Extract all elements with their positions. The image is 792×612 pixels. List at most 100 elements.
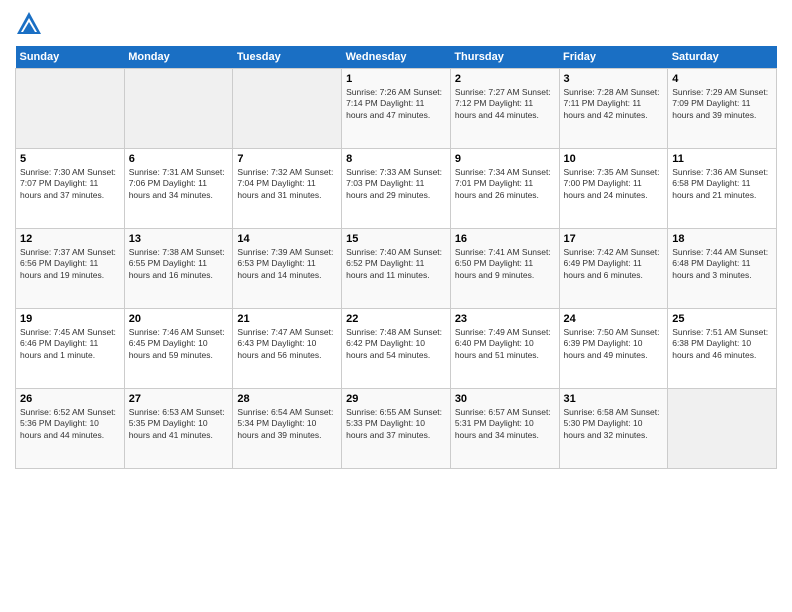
day-cell: 20 Sunrise: 7:46 AM Sunset: 6:45 PM Dayli… xyxy=(124,309,233,389)
day-number: 9 xyxy=(455,153,555,165)
day-cell: 18Sunrise: 7:44 AM Sunset: 6:48 PM Dayli… xyxy=(668,229,777,309)
day-number: 20 xyxy=(129,313,229,325)
week-row-3: 12 Sunrise: 7:37 AM Sunset: 6:56 PM Dayli… xyxy=(16,229,777,309)
day-cell: 31 Sunrise: 6:58 AM Sunset: 5:30 PM Dayli… xyxy=(559,389,668,469)
day-cell: 6 Sunrise: 7:31 AM Sunset: 7:06 PM Daylig… xyxy=(124,149,233,229)
day-number: 25 xyxy=(672,313,772,325)
day-number: 17 xyxy=(564,233,664,245)
day-number: 4 xyxy=(672,73,772,85)
day-details: Sunrise: 7:29 AM Sunset: 7:09 PM Dayligh… xyxy=(672,87,772,121)
day-cell: 27Sunrise: 6:53 AM Sunset: 5:35 PM Dayli… xyxy=(124,389,233,469)
day-details: Sunrise: 7:35 AM Sunset: 7:00 PM Dayligh… xyxy=(564,167,664,201)
day-number: 2 xyxy=(455,73,555,85)
day-details: Sunrise: 7:49 AM Sunset: 6:40 PM Dayligh… xyxy=(455,327,555,361)
day-cell: 21 Sunrise: 7:47 AM Sunset: 6:43 PM Dayli… xyxy=(233,309,342,389)
day-number: 1 xyxy=(346,73,446,85)
day-number: 5 xyxy=(20,153,120,165)
day-details: Sunrise: 6:55 AM Sunset: 5:33 PM Dayligh… xyxy=(346,407,446,441)
day-cell: 30 Sunrise: 6:57 AM Sunset: 5:31 PM Dayli… xyxy=(450,389,559,469)
day-details: Sunrise: 7:37 AM Sunset: 6:56 PM Dayligh… xyxy=(20,247,120,281)
day-number: 23 xyxy=(455,313,555,325)
day-number: 7 xyxy=(237,153,337,165)
day-details: Sunrise: 7:47 AM Sunset: 6:43 PM Dayligh… xyxy=(237,327,337,361)
day-number: 30 xyxy=(455,393,555,405)
day-cell xyxy=(124,69,233,149)
day-details: Sunrise: 6:57 AM Sunset: 5:31 PM Dayligh… xyxy=(455,407,555,441)
day-number: 29 xyxy=(346,393,446,405)
day-cell: 17 Sunrise: 7:42 AM Sunset: 6:49 PM Dayli… xyxy=(559,229,668,309)
day-details: Sunrise: 7:50 AM Sunset: 6:39 PM Dayligh… xyxy=(564,327,664,361)
day-number: 8 xyxy=(346,153,446,165)
day-cell: 14 Sunrise: 7:39 AM Sunset: 6:53 PM Dayli… xyxy=(233,229,342,309)
day-details: Sunrise: 7:33 AM Sunset: 7:03 PM Dayligh… xyxy=(346,167,446,201)
day-details: Sunrise: 7:41 AM Sunset: 6:50 PM Dayligh… xyxy=(455,247,555,281)
logo xyxy=(15,10,47,38)
day-cell: 19Sunrise: 7:45 AM Sunset: 6:46 PM Dayli… xyxy=(16,309,125,389)
day-number: 26 xyxy=(20,393,120,405)
day-number: 31 xyxy=(564,393,664,405)
col-header-friday: Friday xyxy=(559,46,668,69)
day-details: Sunrise: 7:51 AM Sunset: 6:38 PM Dayligh… xyxy=(672,327,772,361)
header xyxy=(15,10,777,38)
day-cell xyxy=(668,389,777,469)
day-cell: 1 Sunrise: 7:26 AM Sunset: 7:14 PM Daylig… xyxy=(342,69,451,149)
day-details: Sunrise: 7:28 AM Sunset: 7:11 PM Dayligh… xyxy=(564,87,664,121)
day-details: Sunrise: 7:38 AM Sunset: 6:55 PM Dayligh… xyxy=(129,247,229,281)
day-details: Sunrise: 7:36 AM Sunset: 6:58 PM Dayligh… xyxy=(672,167,772,201)
day-cell: 23 Sunrise: 7:49 AM Sunset: 6:40 PM Dayli… xyxy=(450,309,559,389)
day-details: Sunrise: 7:40 AM Sunset: 6:52 PM Dayligh… xyxy=(346,247,446,281)
day-number: 16 xyxy=(455,233,555,245)
day-number: 15 xyxy=(346,233,446,245)
day-details: Sunrise: 6:58 AM Sunset: 5:30 PM Dayligh… xyxy=(564,407,664,441)
day-cell xyxy=(233,69,342,149)
week-row-1: 1 Sunrise: 7:26 AM Sunset: 7:14 PM Daylig… xyxy=(16,69,777,149)
day-details: Sunrise: 7:42 AM Sunset: 6:49 PM Dayligh… xyxy=(564,247,664,281)
day-cell: 3Sunrise: 7:28 AM Sunset: 7:11 PM Daylig… xyxy=(559,69,668,149)
logo-icon xyxy=(15,10,43,38)
day-details: Sunrise: 7:26 AM Sunset: 7:14 PM Dayligh… xyxy=(346,87,446,121)
day-cell: 26 Sunrise: 6:52 AM Sunset: 5:36 PM Dayli… xyxy=(16,389,125,469)
day-details: Sunrise: 6:52 AM Sunset: 5:36 PM Dayligh… xyxy=(20,407,120,441)
col-header-sunday: Sunday xyxy=(16,46,125,69)
day-details: Sunrise: 7:44 AM Sunset: 6:48 PM Dayligh… xyxy=(672,247,772,281)
day-details: Sunrise: 7:31 AM Sunset: 7:06 PM Dayligh… xyxy=(129,167,229,201)
col-header-saturday: Saturday xyxy=(668,46,777,69)
day-number: 10 xyxy=(564,153,664,165)
day-number: 24 xyxy=(564,313,664,325)
col-header-monday: Monday xyxy=(124,46,233,69)
day-details: Sunrise: 7:32 AM Sunset: 7:04 PM Dayligh… xyxy=(237,167,337,201)
day-cell: 11Sunrise: 7:36 AM Sunset: 6:58 PM Dayli… xyxy=(668,149,777,229)
day-cell: 15 Sunrise: 7:40 AM Sunset: 6:52 PM Dayli… xyxy=(342,229,451,309)
day-cell: 25 Sunrise: 7:51 AM Sunset: 6:38 PM Dayli… xyxy=(668,309,777,389)
day-details: Sunrise: 7:30 AM Sunset: 7:07 PM Dayligh… xyxy=(20,167,120,201)
day-number: 21 xyxy=(237,313,337,325)
week-row-4: 19Sunrise: 7:45 AM Sunset: 6:46 PM Dayli… xyxy=(16,309,777,389)
day-details: Sunrise: 7:34 AM Sunset: 7:01 PM Dayligh… xyxy=(455,167,555,201)
col-header-thursday: Thursday xyxy=(450,46,559,69)
day-number: 28 xyxy=(237,393,337,405)
day-number: 6 xyxy=(129,153,229,165)
day-cell: 29 Sunrise: 6:55 AM Sunset: 5:33 PM Dayli… xyxy=(342,389,451,469)
day-cell: 13Sunrise: 7:38 AM Sunset: 6:55 PM Dayli… xyxy=(124,229,233,309)
day-details: Sunrise: 7:39 AM Sunset: 6:53 PM Dayligh… xyxy=(237,247,337,281)
day-cell: 4 Sunrise: 7:29 AM Sunset: 7:09 PM Daylig… xyxy=(668,69,777,149)
page: SundayMondayTuesdayWednesdayThursdayFrid… xyxy=(0,0,792,612)
day-cell: 24 Sunrise: 7:50 AM Sunset: 6:39 PM Dayli… xyxy=(559,309,668,389)
day-details: Sunrise: 7:46 AM Sunset: 6:45 PM Dayligh… xyxy=(129,327,229,361)
day-cell: 12 Sunrise: 7:37 AM Sunset: 6:56 PM Dayli… xyxy=(16,229,125,309)
day-cell: 7 Sunrise: 7:32 AM Sunset: 7:04 PM Daylig… xyxy=(233,149,342,229)
day-cell: 9 Sunrise: 7:34 AM Sunset: 7:01 PM Daylig… xyxy=(450,149,559,229)
day-number: 12 xyxy=(20,233,120,245)
day-number: 14 xyxy=(237,233,337,245)
week-row-2: 5 Sunrise: 7:30 AM Sunset: 7:07 PM Daylig… xyxy=(16,149,777,229)
day-cell: 8 Sunrise: 7:33 AM Sunset: 7:03 PM Daylig… xyxy=(342,149,451,229)
day-details: Sunrise: 7:27 AM Sunset: 7:12 PM Dayligh… xyxy=(455,87,555,121)
day-number: 19 xyxy=(20,313,120,325)
day-cell: 2 Sunrise: 7:27 AM Sunset: 7:12 PM Daylig… xyxy=(450,69,559,149)
calendar-table: SundayMondayTuesdayWednesdayThursdayFrid… xyxy=(15,46,777,469)
day-cell: 28Sunrise: 6:54 AM Sunset: 5:34 PM Dayli… xyxy=(233,389,342,469)
day-cell: 5 Sunrise: 7:30 AM Sunset: 7:07 PM Daylig… xyxy=(16,149,125,229)
day-cell: 22Sunrise: 7:48 AM Sunset: 6:42 PM Dayli… xyxy=(342,309,451,389)
day-details: Sunrise: 6:53 AM Sunset: 5:35 PM Dayligh… xyxy=(129,407,229,441)
day-cell: 10 Sunrise: 7:35 AM Sunset: 7:00 PM Dayli… xyxy=(559,149,668,229)
